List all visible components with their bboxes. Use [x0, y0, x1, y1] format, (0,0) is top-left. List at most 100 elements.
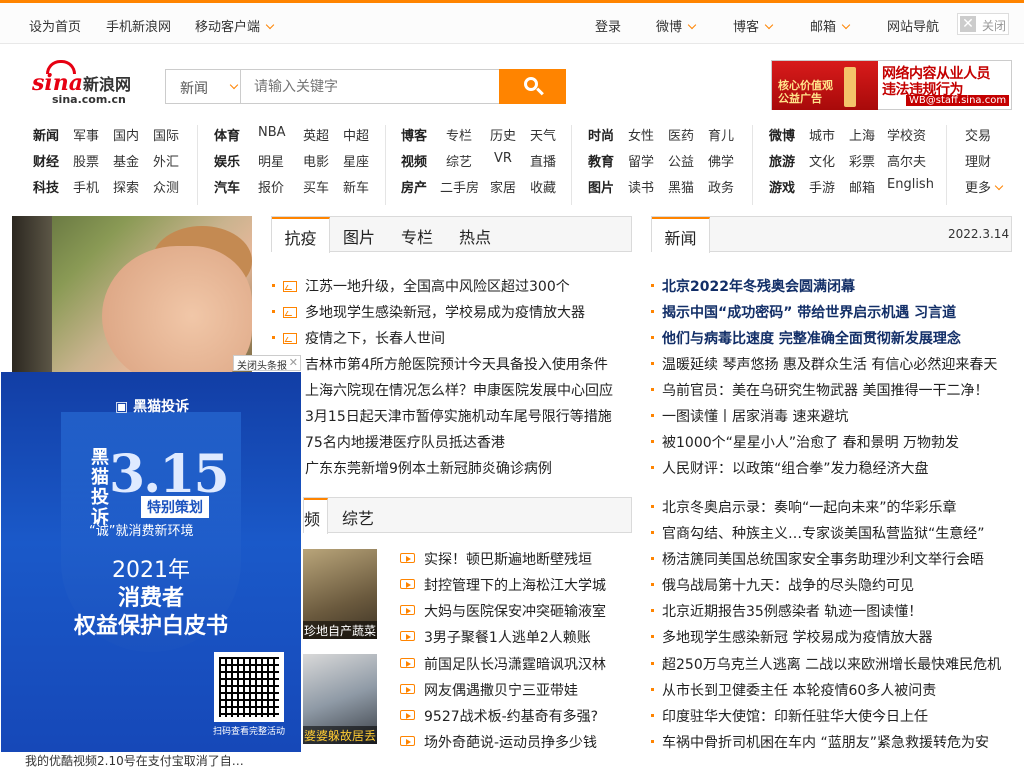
nav-head[interactable]: 房产 [401, 177, 427, 196]
nav-head[interactable]: 新闻 [33, 125, 59, 144]
news-item[interactable]: 俄乌战局第十九天：战争的尽头隐约可见 [651, 575, 914, 595]
nav-link[interactable]: 中超 [343, 125, 369, 144]
news-item[interactable]: 乌前官员：美在乌研究生物武器 美国推得一干二净！ [651, 380, 988, 400]
headline-item[interactable]: 北京2022年冬残奥会圆满闭幕 [651, 276, 855, 296]
headline-item[interactable]: 揭示中国“成功密码” 带给世界启示机遇 习言道 [651, 302, 956, 322]
video-item[interactable]: 大妈与医院保安冲突砸输液室 [400, 601, 606, 621]
nav-link[interactable]: 公益 [668, 151, 694, 170]
news-item[interactable]: 人民财评：以政策“组合拳”发力稳经济大盘 [651, 458, 929, 478]
nav-link[interactable]: 外汇 [153, 151, 179, 170]
nav-head[interactable]: 娱乐 [214, 151, 240, 170]
news-item[interactable]: 被1000个“星星小人”治愈了 春和景明 万物勃发 [651, 432, 959, 452]
nav-link[interactable]: 医药 [668, 125, 694, 144]
nav-link[interactable]: 文化 [809, 151, 835, 170]
nav-head[interactable]: 游戏 [769, 177, 795, 196]
nav-link[interactable]: 留学 [628, 151, 654, 170]
nav-link[interactable]: 基金 [113, 151, 139, 170]
news-item[interactable]: 北京近期报告35例感染者 轨迹一图读懂！ [651, 601, 922, 621]
news-item[interactable]: 多地现学生感染新冠 学校易成为疫情放大器 [651, 627, 932, 647]
nav-link[interactable]: English [887, 177, 934, 192]
nav-head[interactable]: 财经 [33, 151, 59, 170]
nav-link[interactable]: 政务 [708, 177, 734, 196]
mobile-client-menu[interactable]: 移动客户端 [195, 16, 275, 35]
nav-link[interactable]: 探索 [113, 177, 139, 196]
close-button[interactable]: ✕ 关闭 [957, 13, 1009, 35]
news-item[interactable]: 3月15日起天津市暂停实施机动车尾号限行等措施 [305, 406, 612, 426]
nav-link[interactable]: 众测 [153, 177, 179, 196]
news-item[interactable]: 车祸中骨折司机困在车内 “蓝朋友”紧急救援转危为安 [651, 732, 989, 752]
nav-link[interactable]: 理财 [965, 151, 991, 170]
nav-head[interactable]: 旅游 [769, 151, 795, 170]
nav-link[interactable]: 国际 [153, 125, 179, 144]
video-thumbnail[interactable]: 婆婆躲故居丢 [303, 654, 377, 744]
tab-pictures[interactable]: 图片 [330, 217, 388, 252]
nav-head[interactable]: 博客 [401, 125, 427, 144]
search-button[interactable] [499, 69, 566, 104]
video-item[interactable]: 9527战术板-约基奇有多强? [400, 706, 598, 726]
site-nav-link[interactable]: 网站导航 [887, 16, 939, 35]
tab-news[interactable]: 新闻 [652, 217, 710, 253]
video-item[interactable]: 前国足队长冯潇霆暗讽巩汉林 [400, 654, 606, 674]
blog-menu[interactable]: 博客 [733, 16, 774, 35]
nav-link[interactable]: 报价 [258, 177, 284, 196]
nav-link[interactable]: 手机 [73, 177, 99, 196]
nav-link[interactable]: VR [494, 151, 512, 166]
nav-link[interactable]: 买车 [303, 177, 329, 196]
weibo-menu[interactable]: 微博 [656, 16, 697, 35]
news-item[interactable]: 印度驻华大使馆：印新任驻华大使今日上任 [651, 706, 928, 726]
nav-head[interactable]: 教育 [588, 151, 614, 170]
news-item[interactable]: 多地现学生感染新冠，学校易成为疫情放大器 [272, 302, 585, 322]
nav-link[interactable]: 综艺 [446, 151, 472, 170]
popup-close-button[interactable]: 关闭头条报 ✕ [233, 355, 301, 372]
news-item[interactable]: 广东东莞新增9例本土新冠肺炎确诊病例 [305, 458, 552, 478]
nav-link[interactable]: 交易 [965, 125, 991, 144]
video-item[interactable]: 场外奇葩说-运动员挣多少钱 [400, 732, 597, 752]
nav-link[interactable]: 明星 [258, 151, 284, 170]
news-item[interactable]: 江苏一地升级，全国高中风险区超过300个 [272, 276, 570, 296]
video-item[interactable]: 封控管理下的上海松江大学城 [400, 575, 606, 595]
nav-link[interactable]: 佛学 [708, 151, 734, 170]
nav-link[interactable]: 英超 [303, 125, 329, 144]
nav-head[interactable]: 科技 [33, 177, 59, 196]
nav-link[interactable]: 直播 [530, 151, 556, 170]
nav-link[interactable]: 新车 [343, 177, 369, 196]
nav-link[interactable]: 女性 [628, 125, 654, 144]
video-item[interactable]: 实探！顿巴斯遍地断壁残垣 [400, 549, 592, 569]
search-input[interactable] [240, 69, 500, 104]
nav-link[interactable]: 天气 [530, 125, 556, 144]
nav-link[interactable]: 学校资 [887, 125, 926, 144]
nav-link[interactable]: 专栏 [446, 125, 472, 144]
nav-link[interactable]: 手游 [809, 177, 835, 196]
nav-link[interactable]: 邮箱 [849, 177, 875, 196]
nav-link[interactable]: 家居 [490, 177, 516, 196]
ad-banner[interactable]: 核心价值观公益广告 网络内容从业人员 违法违规行为 WB@staff.sina.… [771, 60, 1012, 110]
nav-link[interactable]: 历史 [490, 125, 516, 144]
headline-item[interactable]: 他们与病毒比速度 完整准确全面贯彻新发展理念 [651, 328, 961, 348]
mobile-sina-link[interactable]: 手机新浪网 [106, 16, 171, 35]
tab-kangyi[interactable]: 抗疫 [272, 217, 330, 253]
nav-link[interactable]: 彩票 [849, 151, 875, 170]
news-item[interactable]: 从市长到卫健委主任 本轮疫情60多人被问责 [651, 680, 936, 700]
nav-link[interactable]: 高尔夫 [887, 151, 926, 170]
tab-columns[interactable]: 专栏 [388, 217, 446, 252]
nav-link[interactable]: 电影 [303, 151, 329, 170]
nav-head[interactable]: 汽车 [214, 177, 240, 196]
nav-head[interactable]: 体育 [214, 125, 240, 144]
nav-head[interactable]: 微博 [769, 125, 795, 144]
nav-head[interactable]: 视频 [401, 151, 427, 170]
nav-link[interactable]: 国内 [113, 125, 139, 144]
tab-variety[interactable]: 综艺 [330, 498, 386, 533]
nav-link[interactable]: 星座 [343, 151, 369, 170]
video-thumbnail[interactable]: 珍地自产蔬菜 [303, 549, 377, 639]
set-home-link[interactable]: 设为首页 [29, 16, 81, 35]
nav-link[interactable]: 收藏 [530, 177, 556, 196]
nav-link[interactable]: 二手房 [440, 177, 479, 196]
nav-head[interactable]: 时尚 [588, 125, 614, 144]
nav-head[interactable]: 图片 [588, 177, 614, 196]
video-item[interactable]: 网友偶遇撒贝宁三亚带娃 [400, 680, 578, 700]
nav-link[interactable]: NBA [258, 125, 286, 140]
news-item[interactable]: 北京冬奥启示录：奏响“一起向未来”的华彩乐章 [651, 497, 957, 517]
nav-more-menu[interactable]: 更多 [965, 177, 1004, 196]
news-item[interactable]: 官商勾结、种族主义…专家谈美国私营监狱“生意经” [651, 523, 985, 543]
headline-photo[interactable] [12, 216, 252, 372]
